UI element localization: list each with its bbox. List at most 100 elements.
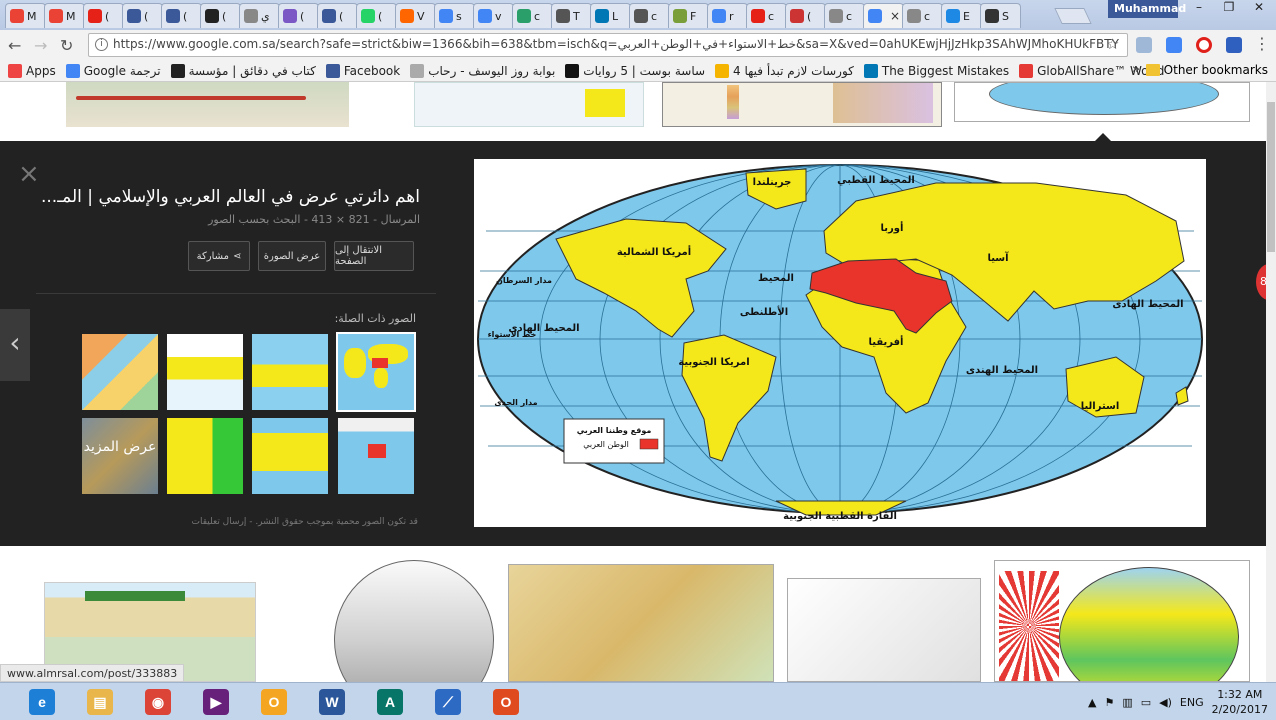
main-image[interactable]: جرينلندا المحيط القطبي أوربا آسيا أمريكا… <box>474 159 1206 527</box>
flag-icon[interactable]: ⚑ <box>1104 696 1114 709</box>
profile-button[interactable]: Muhammad <box>1108 0 1186 18</box>
result-thumbnail[interactable] <box>787 578 981 682</box>
extension-cast-icon[interactable] <box>1136 37 1152 53</box>
address-bar[interactable]: i https://www.google.com.sa/search?safe=… <box>88 33 1128 57</box>
extension-bookmark-icon[interactable] <box>1226 37 1242 53</box>
close-icon[interactable]: × <box>18 159 40 189</box>
browser-tab[interactable]: r <box>707 3 748 28</box>
taskbar-app-ie[interactable]: e <box>14 685 70 719</box>
browser-tab[interactable]: V <box>395 3 436 28</box>
result-thumbnail[interactable] <box>954 82 1250 122</box>
bookmark-item[interactable]: The Biggest Mistakes <box>863 63 1009 78</box>
tab-close-icon[interactable]: × <box>890 9 900 23</box>
extension-opera-icon[interactable] <box>1196 37 1212 53</box>
reload-icon[interactable]: ↻ <box>60 36 73 55</box>
star-icon[interactable]: ☆ <box>1106 35 1119 53</box>
result-thumbnail[interactable] <box>994 560 1250 682</box>
bookmark-item[interactable]: Apps <box>8 63 56 78</box>
browser-tab[interactable]: c <box>512 3 553 28</box>
browser-tab[interactable]: ي <box>239 3 280 28</box>
visit-page-button[interactable]: الانتقال إلى الصفحة <box>334 241 414 271</box>
viewer-title[interactable]: اهم دائرتي عرض في العالم العربي والإسلام… <box>40 187 420 207</box>
page-scrollbar[interactable] <box>1266 82 1276 682</box>
label-tropic-cancer: مدار السرطان <box>496 276 552 285</box>
bookmark-item[interactable]: 4 كورسات لازم تبدأ فيها <box>715 63 854 78</box>
previous-image-button[interactable]: ‹ <box>0 309 30 381</box>
browser-tab[interactable]: ( <box>200 3 241 28</box>
bookmark-item[interactable]: بوابة روز اليوسف - رحاب <box>410 63 555 78</box>
result-thumbnail[interactable] <box>300 556 500 682</box>
language-indicator[interactable]: ENG <box>1180 696 1204 709</box>
related-image[interactable] <box>338 418 414 494</box>
minimize-button[interactable]: – <box>1184 0 1214 18</box>
result-thumbnail-selected[interactable] <box>662 82 942 127</box>
close-window-button[interactable]: ✕ <box>1244 0 1274 18</box>
battery-icon[interactable]: ▭ <box>1141 696 1151 709</box>
share-icon: ⋖ <box>232 250 242 262</box>
info-icon[interactable]: i <box>95 38 108 51</box>
browser-tab[interactable]: v <box>473 3 514 28</box>
forward-arrow-icon[interactable]: → <box>34 36 47 55</box>
browser-tab[interactable]: ( <box>122 3 163 28</box>
taskbar-app-outlook[interactable]: O <box>246 685 302 719</box>
related-image[interactable] <box>167 418 243 494</box>
related-image[interactable] <box>252 418 328 494</box>
browser-tab[interactable]: s <box>434 3 475 28</box>
related-image[interactable] <box>82 334 158 410</box>
network-icon[interactable]: ▥ <box>1122 696 1132 709</box>
browser-tab[interactable]: ( <box>161 3 202 28</box>
browser-tab[interactable]: S <box>980 3 1021 28</box>
tab-title: v <box>495 9 502 23</box>
other-bookmarks[interactable]: Other bookmarks <box>1145 63 1268 77</box>
browser-tab[interactable]: F <box>668 3 709 28</box>
browser-tab[interactable]: ( <box>278 3 319 28</box>
menu-icon[interactable]: ⋮ <box>1254 34 1270 53</box>
browser-tab[interactable]: c <box>902 3 943 28</box>
publisher-icon: A <box>377 689 403 715</box>
copyright-note[interactable]: قد تكون الصور محمية بموجب حقوق النشر. - … <box>100 517 418 527</box>
browser-tab[interactable]: ( <box>356 3 397 28</box>
taskbar-app-office[interactable]: O <box>478 685 534 719</box>
bookmark-item[interactable]: ساسة بوست | 5 روايات <box>565 63 705 78</box>
result-thumbnail[interactable] <box>414 82 644 127</box>
share-button[interactable]: مشاركة ⋖ <box>188 241 250 271</box>
browser-tab[interactable]: c <box>746 3 787 28</box>
maximize-button[interactable]: ❐ <box>1214 0 1244 18</box>
related-image-selected[interactable] <box>336 332 416 412</box>
browser-tab[interactable]: T <box>551 3 592 28</box>
bookmark-item[interactable]: GlobAllShare™ World <box>1019 63 1164 78</box>
browser-tab[interactable]: E <box>941 3 982 28</box>
browser-tab[interactable]: ب× <box>863 3 904 28</box>
browser-tab[interactable]: ( <box>317 3 358 28</box>
taskbar-app-sketch[interactable]: ⟋ <box>420 685 476 719</box>
browser-tab[interactable]: M <box>44 3 85 28</box>
taskbar-app-publisher[interactable]: A <box>362 685 418 719</box>
related-image[interactable] <box>167 334 243 410</box>
browser-tab[interactable]: ( <box>83 3 124 28</box>
back-arrow-icon[interactable]: ← <box>8 36 21 55</box>
view-image-button[interactable]: عرض الصورة <box>258 241 326 271</box>
extension-translate-icon[interactable] <box>1166 37 1182 53</box>
clock[interactable]: 1:32 AM 2/20/2017 <box>1212 687 1268 717</box>
browser-tab[interactable]: L <box>590 3 631 28</box>
volume-icon[interactable]: ◀) <box>1159 696 1172 709</box>
bookmarks-overflow-icon[interactable]: » <box>1132 62 1140 77</box>
browser-tab[interactable]: c <box>824 3 865 28</box>
result-thumbnail[interactable] <box>508 564 774 682</box>
browser-tab[interactable]: M <box>5 3 46 28</box>
bookmark-item[interactable]: Facebook <box>325 63 400 78</box>
see-more-button[interactable]: عرض المزيد <box>82 418 158 494</box>
tab-title: ( <box>105 9 110 23</box>
bookmark-item[interactable]: Google ترجمة <box>65 63 161 78</box>
bookmark-item[interactable]: كتاب في دقائق | مؤسسة <box>170 63 316 78</box>
scrollbar-thumb[interactable] <box>1267 102 1275 252</box>
result-thumbnail[interactable] <box>66 82 349 127</box>
related-image[interactable] <box>252 334 328 410</box>
taskbar-app-vs[interactable]: ▶ <box>188 685 244 719</box>
taskbar-app-chrome[interactable]: ◉ <box>130 685 186 719</box>
tray-up-arrow-icon[interactable]: ▲ <box>1088 696 1096 709</box>
taskbar-app-word[interactable]: W <box>304 685 360 719</box>
taskbar-app-explorer[interactable]: ▤ <box>72 685 128 719</box>
browser-tab[interactable]: ( <box>785 3 826 28</box>
browser-tab[interactable]: c <box>629 3 670 28</box>
